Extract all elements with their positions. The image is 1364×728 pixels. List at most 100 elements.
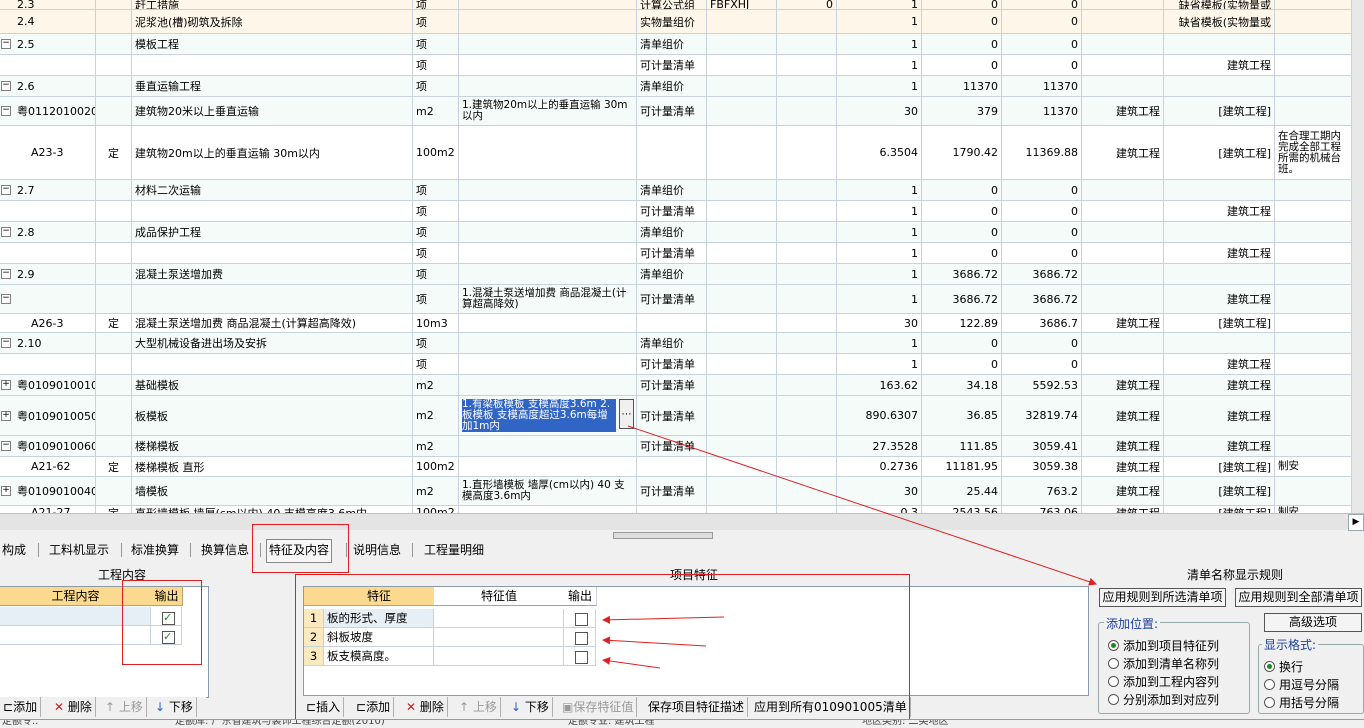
cell-unit[interactable]: m2 bbox=[413, 436, 459, 456]
cell-f0[interactable] bbox=[777, 375, 837, 395]
table-row[interactable]: A26-3 定 混凝土泵送增加费 商品混凝土(计算超高降效) 10m3 30 122.89… bbox=[0, 314, 1352, 333]
cell-c14[interactable] bbox=[1275, 354, 1352, 374]
cell-f0[interactable] bbox=[777, 180, 837, 200]
cell-f0[interactable] bbox=[777, 76, 837, 96]
cell-formula[interactable] bbox=[707, 55, 777, 75]
cell-qty[interactable]: 6.3504 bbox=[837, 126, 922, 179]
cell-c12[interactable]: 建筑工程 bbox=[1082, 436, 1164, 456]
move-down-button[interactable]: ↓ 下移 bbox=[152, 697, 197, 717]
table-row[interactable]: 2.7− 材料二次运输 项 清单组价 1 0 0 bbox=[0, 180, 1352, 201]
cell-unit[interactable]: 100m2 bbox=[413, 126, 459, 179]
advanced-options-button[interactable]: 高级选项 bbox=[1264, 613, 1362, 632]
cell-unit[interactable]: 100m2 bbox=[413, 506, 459, 513]
table-row[interactable]: 2.5− 模板工程 项 清单组价 1 0 0 bbox=[0, 34, 1352, 55]
cell-c14[interactable] bbox=[1275, 222, 1352, 242]
cell-desc[interactable] bbox=[459, 126, 637, 179]
cell-kind[interactable] bbox=[96, 285, 132, 313]
cell-kind[interactable] bbox=[96, 55, 132, 75]
cell-price[interactable]: 0 bbox=[922, 201, 1002, 221]
cell-f0[interactable] bbox=[777, 436, 837, 456]
cell-total[interactable]: 0 bbox=[1002, 55, 1082, 75]
cell-price[interactable]: 0 bbox=[922, 55, 1002, 75]
cell-total[interactable]: 0 bbox=[1002, 333, 1082, 353]
cell-type[interactable]: 可计量清单 bbox=[637, 201, 707, 221]
cell-formula[interactable] bbox=[707, 264, 777, 284]
cell-code[interactable] bbox=[0, 201, 96, 221]
position-radio-feature[interactable]: 添加到项目特征列 bbox=[1108, 637, 1219, 654]
cell-name[interactable]: 楼梯模板 直形 bbox=[132, 457, 413, 476]
cell-c12[interactable] bbox=[1082, 243, 1164, 263]
cell-price[interactable]: 34.18 bbox=[922, 375, 1002, 395]
cell-f0[interactable] bbox=[777, 201, 837, 221]
cell-c14[interactable] bbox=[1275, 55, 1352, 75]
cell-type[interactable]: 清单组价 bbox=[637, 76, 707, 96]
cell-desc[interactable]: 1.有梁板模板 支模高度3.6m 2.板模板 支模高度超过3.6m每增加1m内 ⋯ bbox=[459, 396, 637, 435]
cell-total[interactable]: 3686.7 bbox=[1002, 314, 1082, 332]
cell-formula[interactable] bbox=[707, 97, 777, 125]
table-row[interactable]: 2.6− 垂直运输工程 项 清单组价 1 11370 11370 bbox=[0, 76, 1352, 97]
cell-type[interactable]: 清单组价 bbox=[637, 333, 707, 353]
cell-formula[interactable] bbox=[707, 243, 777, 263]
cell-c13[interactable]: [建筑工程] bbox=[1164, 314, 1275, 332]
cell-name[interactable] bbox=[132, 201, 413, 221]
tree-collapse-icon[interactable]: − bbox=[1, 338, 11, 348]
cell-unit[interactable]: 项 bbox=[413, 34, 459, 54]
position-radio-content[interactable]: 添加到工程内容列 bbox=[1108, 673, 1219, 690]
cell-qty[interactable]: 1 bbox=[837, 55, 922, 75]
cell-total[interactable]: 32819.74 bbox=[1002, 396, 1082, 435]
cell-price[interactable]: 3686.72 bbox=[922, 285, 1002, 313]
apply-rule-all-button[interactable]: 应用规则到全部清单项 bbox=[1235, 588, 1362, 607]
cell-price[interactable]: 1790.42 bbox=[922, 126, 1002, 179]
tab-description[interactable]: 说明信息 bbox=[351, 539, 403, 561]
cell-total[interactable]: 11370 bbox=[1002, 76, 1082, 96]
cell-name[interactable]: 基础模板 bbox=[132, 375, 413, 395]
cell-code[interactable]: 粤011201002001− bbox=[0, 97, 96, 125]
cell-kind[interactable] bbox=[96, 354, 132, 374]
cell-price[interactable]: 0 bbox=[922, 222, 1002, 242]
cell-f0[interactable] bbox=[777, 55, 837, 75]
cell-type[interactable]: 清单组价 bbox=[637, 222, 707, 242]
cell-c14[interactable] bbox=[1275, 243, 1352, 263]
cell-c13[interactable] bbox=[1164, 333, 1275, 353]
cell-qty[interactable]: 163.62 bbox=[837, 375, 922, 395]
cell-price[interactable]: 11181.95 bbox=[922, 457, 1002, 476]
cell-code[interactable]: 粤010901005001 + bbox=[0, 396, 96, 435]
position-radio-name[interactable]: 添加到清单名称列 bbox=[1108, 655, 1219, 672]
cell-kind[interactable] bbox=[96, 201, 132, 221]
cell-c13[interactable]: 缺省模板(实物量或 bbox=[1164, 0, 1275, 9]
cell-c12[interactable] bbox=[1082, 55, 1164, 75]
cell-unit[interactable]: 项 bbox=[413, 243, 459, 263]
cell-price[interactable]: 25.44 bbox=[922, 477, 1002, 505]
cell-unit[interactable]: 项 bbox=[413, 10, 459, 33]
apply-rule-selected-button[interactable]: 应用规则到所选清单项 bbox=[1099, 588, 1226, 607]
panel-splitter[interactable] bbox=[613, 532, 713, 539]
cell-f0[interactable] bbox=[777, 222, 837, 242]
cell-desc[interactable] bbox=[459, 76, 637, 96]
cell-name[interactable] bbox=[132, 55, 413, 75]
cell-name[interactable] bbox=[132, 243, 413, 263]
cell-type[interactable] bbox=[637, 506, 707, 513]
cell-desc[interactable] bbox=[459, 0, 637, 9]
table-row[interactable]: 粤011201002001− 建筑物20米以上垂直运输 m2 1.建筑物20m以上的垂… bbox=[0, 97, 1352, 126]
cell-total[interactable]: 763.06 bbox=[1002, 506, 1082, 513]
table-row[interactable]: 项 可计量清单 1 0 0 建筑工程 bbox=[0, 55, 1352, 76]
cell-type[interactable]: 清单组价 bbox=[637, 180, 707, 200]
cell-c13[interactable]: 建筑工程 bbox=[1164, 243, 1275, 263]
cell-formula[interactable] bbox=[707, 375, 777, 395]
cell-c12[interactable]: 建筑工程 bbox=[1082, 126, 1164, 179]
cell-price[interactable]: 0 bbox=[922, 333, 1002, 353]
cell-kind[interactable] bbox=[96, 243, 132, 263]
cell-desc[interactable] bbox=[459, 333, 637, 353]
table-row[interactable]: A23-3 定 建筑物20m以上的垂直运输 30m以内 100m2 6.3504 1790… bbox=[0, 126, 1352, 180]
table-row[interactable]: 项 可计量清单 1 0 0 建筑工程 bbox=[0, 243, 1352, 264]
cell-formula[interactable] bbox=[707, 506, 777, 513]
cell-type[interactable]: 可计量清单 bbox=[637, 285, 707, 313]
cell-unit[interactable]: 项 bbox=[413, 354, 459, 374]
cell-name[interactable]: 建筑物20m以上的垂直运输 30m以内 bbox=[132, 126, 413, 179]
cell-code[interactable]: A21-27 bbox=[0, 506, 96, 513]
cell-c13[interactable]: 建筑工程 bbox=[1164, 354, 1275, 374]
cell-type[interactable]: 可计量清单 bbox=[637, 97, 707, 125]
cell-desc[interactable] bbox=[459, 375, 637, 395]
cell-name[interactable]: 大型机械设备进出场及安拆 bbox=[132, 333, 413, 353]
cell-price[interactable]: 2543.56 bbox=[922, 506, 1002, 513]
